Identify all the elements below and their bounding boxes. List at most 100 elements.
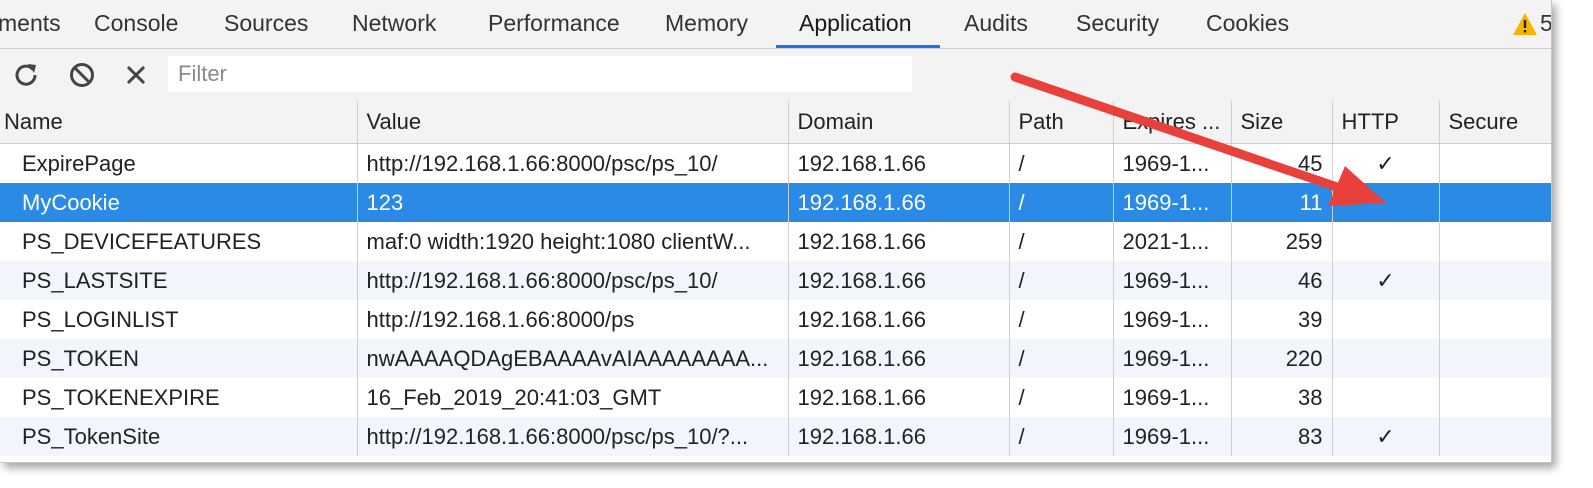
- cookie-secure: [1439, 378, 1551, 417]
- cookie-secure: [1439, 183, 1551, 222]
- cookie-expires: 1969-1...: [1113, 417, 1232, 456]
- cookie-path: /: [1009, 300, 1114, 339]
- cookie-size: 220: [1231, 339, 1333, 378]
- cookie-domain: 192.168.1.66: [788, 261, 1010, 300]
- cookie-domain: 192.168.1.66: [788, 222, 1010, 261]
- tab-network[interactable]: Network: [352, 0, 436, 48]
- cookie-size: 45: [1231, 143, 1333, 183]
- cookie-domain: 192.168.1.66: [788, 300, 1010, 339]
- cookie-name: MyCookie: [0, 183, 358, 222]
- cookie-secure: [1439, 300, 1551, 339]
- table-row-selected[interactable]: MyCookie 123 192.168.1.66 / 1969-1... 11: [0, 183, 1551, 222]
- cookie-http: [1332, 183, 1440, 222]
- table-header-row: Name Value Domain Path Expires ... Size …: [0, 101, 1551, 144]
- cookie-size: 38: [1231, 378, 1333, 417]
- cookie-name: PS_TOKENEXPIRE: [0, 378, 358, 417]
- tab-console[interactable]: Console: [94, 0, 178, 48]
- cookie-size: 11: [1231, 183, 1333, 222]
- column-header-name[interactable]: Name: [0, 101, 358, 144]
- devtools-panel: ments Console Sources Network Performanc…: [0, 0, 1552, 463]
- column-header-secure[interactable]: Secure: [1439, 101, 1551, 144]
- cookie-path: /: [1009, 417, 1114, 456]
- tab-memory[interactable]: Memory: [665, 0, 748, 48]
- cookie-expires: 1969-1...: [1113, 261, 1232, 300]
- cookie-http: [1332, 378, 1440, 417]
- cookie-http: ✓: [1332, 417, 1440, 456]
- devtools-tab-bar: ments Console Sources Network Performanc…: [0, 0, 1551, 49]
- tab-elements[interactable]: ments: [0, 0, 61, 48]
- tab-audits[interactable]: Audits: [964, 0, 1028, 48]
- filter-input[interactable]: [168, 56, 912, 92]
- tab-security[interactable]: Security: [1076, 0, 1159, 48]
- cookie-name: PS_DEVICEFEATURES: [0, 222, 358, 261]
- cookie-domain: 192.168.1.66: [788, 417, 1010, 456]
- refresh-icon[interactable]: [11, 60, 41, 90]
- cookie-path: /: [1009, 378, 1114, 417]
- active-tab-indicator: [776, 45, 940, 48]
- cookie-name: PS_TokenSite: [0, 417, 358, 456]
- cookie-expires: 1969-1...: [1113, 378, 1232, 417]
- tab-application[interactable]: Application: [799, 0, 912, 48]
- cookie-path: /: [1009, 339, 1114, 378]
- table-row[interactable]: PS_DEVICEFEATURES maf:0 width:1920 heigh…: [0, 222, 1551, 261]
- cookie-size: 83: [1231, 417, 1333, 456]
- table-row[interactable]: ExpirePage http://192.168.1.66:8000/psc/…: [0, 143, 1551, 183]
- cookie-path: /: [1009, 183, 1114, 222]
- tab-cookies[interactable]: Cookies: [1206, 0, 1289, 48]
- cookie-value: http://192.168.1.66:8000/psc/ps_10/: [357, 143, 789, 183]
- tab-sources[interactable]: Sources: [224, 0, 308, 48]
- cookie-http: [1332, 300, 1440, 339]
- table-row[interactable]: PS_TokenSite http://192.168.1.66:8000/ps…: [0, 417, 1551, 456]
- column-header-value[interactable]: Value: [357, 101, 789, 144]
- cookie-domain: 192.168.1.66: [788, 339, 1010, 378]
- cookie-domain: 192.168.1.66: [788, 183, 1010, 222]
- column-header-domain[interactable]: Domain: [788, 101, 1010, 144]
- cookie-value: 123: [357, 183, 789, 222]
- cookie-http: [1332, 339, 1440, 378]
- cookie-path: /: [1009, 143, 1114, 183]
- table-row[interactable]: PS_TOKENEXPIRE 16_Feb_2019_20:41:03_GMT …: [0, 378, 1551, 417]
- cookie-name: PS_LASTSITE: [0, 261, 358, 300]
- cookie-size: 259: [1231, 222, 1333, 261]
- cookie-value: http://192.168.1.66:8000/psc/ps_10/: [357, 261, 789, 300]
- cookie-secure: [1439, 143, 1551, 183]
- cookie-value: http://192.168.1.66:8000/ps: [357, 300, 789, 339]
- cookie-size: 46: [1231, 261, 1333, 300]
- cookies-table: Name Value Domain Path Expires ... Size …: [0, 101, 1551, 456]
- cookie-size: 39: [1231, 300, 1333, 339]
- warning-count[interactable]: 5: [1540, 0, 1551, 47]
- column-header-size[interactable]: Size: [1231, 101, 1333, 144]
- cookie-secure: [1439, 417, 1551, 456]
- warning-triangle-icon[interactable]: [1512, 11, 1538, 37]
- cookie-expires: 1969-1...: [1113, 143, 1232, 183]
- cookie-secure: [1439, 339, 1551, 378]
- cookie-http: [1332, 222, 1440, 261]
- clear-all-icon[interactable]: [67, 60, 97, 90]
- cookie-http: ✓: [1332, 261, 1440, 300]
- cookie-secure: [1439, 261, 1551, 300]
- tab-performance[interactable]: Performance: [488, 0, 620, 48]
- cookie-path: /: [1009, 261, 1114, 300]
- table-row[interactable]: PS_LASTSITE http://192.168.1.66:8000/psc…: [0, 261, 1551, 300]
- cookie-value: maf:0 width:1920 height:1080 clientW...: [357, 222, 789, 261]
- cookie-path: /: [1009, 222, 1114, 261]
- cookie-expires: 2021-1...: [1113, 222, 1232, 261]
- cookie-http: ✓: [1332, 143, 1440, 183]
- column-header-expires[interactable]: Expires ...: [1113, 101, 1232, 144]
- cookie-expires: 1969-1...: [1113, 339, 1232, 378]
- delete-icon[interactable]: [121, 60, 151, 90]
- cookie-value: 16_Feb_2019_20:41:03_GMT: [357, 378, 789, 417]
- cookie-secure: [1439, 222, 1551, 261]
- cookie-expires: 1969-1...: [1113, 183, 1232, 222]
- cookie-expires: 1969-1...: [1113, 300, 1232, 339]
- cookie-name: ExpirePage: [0, 143, 358, 183]
- column-header-http[interactable]: HTTP: [1332, 101, 1440, 144]
- cookie-value: http://192.168.1.66:8000/psc/ps_10/?...: [357, 417, 789, 456]
- cookie-name: PS_TOKEN: [0, 339, 358, 378]
- cookie-name: PS_LOGINLIST: [0, 300, 358, 339]
- table-row[interactable]: PS_TOKEN nwAAAAQDAgEBAAAAvAIAAAAAAAA... …: [0, 339, 1551, 378]
- table-row[interactable]: PS_LOGINLIST http://192.168.1.66:8000/ps…: [0, 300, 1551, 339]
- cookies-toolbar: [0, 49, 1551, 102]
- cookie-domain: 192.168.1.66: [788, 378, 1010, 417]
- column-header-path[interactable]: Path: [1009, 101, 1114, 144]
